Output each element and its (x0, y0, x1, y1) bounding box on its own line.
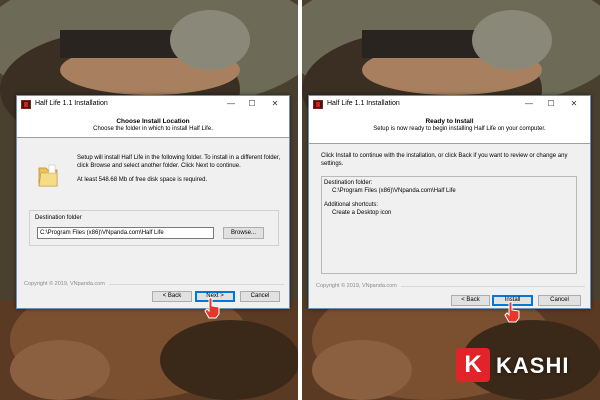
header-title: Choose Install Location (116, 118, 190, 125)
header-subtitle: Setup is now ready to begin installing H… (373, 126, 546, 132)
dialog-header: Choose Install Location Choose the folde… (17, 113, 289, 138)
cancel-button[interactable]: Cancel (240, 291, 280, 302)
footer-divider (401, 286, 585, 287)
cancel-button[interactable]: Cancel (538, 295, 581, 306)
logo-text: KASHI (496, 353, 570, 378)
maximize-icon[interactable]: ☐ (244, 98, 260, 110)
install-location-dialog: Half Life 1.1 Installation — ☐ ✕ Choose … (16, 95, 290, 309)
folder-icon (38, 164, 58, 187)
summary-shortcuts-value: Create a Desktop icon (332, 210, 392, 216)
hand-cursor-icon (504, 301, 520, 323)
install-summary-box: Destination folder: C:\Program Files (x8… (321, 176, 577, 274)
footer-divider (109, 284, 284, 285)
destination-label: Destination folder (35, 215, 82, 221)
browse-button[interactable]: Browse... (223, 227, 264, 239)
back-button[interactable]: < Back (152, 291, 192, 302)
disk-space-text: At least 548.68 Mb of free disk space is… (77, 177, 208, 183)
title-bar[interactable]: Half Life 1.1 Installation — ☐ ✕ (17, 96, 289, 113)
summary-destination-label: Destination folder: (324, 180, 373, 186)
hand-cursor-icon (204, 297, 220, 319)
intro-text: Setup will install Half Life in the foll… (77, 155, 281, 169)
minimize-icon[interactable]: — (223, 98, 239, 110)
header-title: Ready to Install (425, 118, 474, 125)
window-title: Half Life 1.1 Installation (35, 100, 108, 107)
summary-destination-value: C:\Program Files (x86)\VNpanda.com\Half … (332, 188, 456, 194)
summary-shortcuts-label: Additional shortcuts: (324, 202, 379, 208)
close-icon[interactable]: ✕ (566, 98, 582, 110)
close-icon[interactable]: ✕ (267, 98, 283, 110)
app-icon (21, 100, 31, 109)
copyright-text: Copyright © 2019, VNpanda.com (24, 281, 105, 287)
window-title: Half Life 1.1 Installation (327, 100, 400, 107)
ready-to-install-dialog: Half Life 1.1 Installation — ☐ ✕ Ready t… (308, 95, 591, 309)
app-icon (313, 100, 323, 109)
logo-letter: K (456, 348, 490, 382)
dialog-header: Ready to Install Setup is now ready to b… (309, 113, 590, 144)
header-subtitle: Choose the folder in which to install Ha… (93, 126, 213, 132)
back-button[interactable]: < Back (451, 295, 490, 306)
destination-input[interactable]: C:\Program Files (x86)\VNpanda.com\Half … (37, 227, 214, 239)
copyright-text: Copyright © 2019, VNpanda.com (316, 283, 397, 289)
maximize-icon[interactable]: ☐ (543, 98, 559, 110)
destination-groupbox: Destination folder C:\Program Files (x86… (29, 210, 279, 246)
title-bar[interactable]: Half Life 1.1 Installation — ☐ ✕ (309, 96, 590, 113)
intro-text: Click Install to continue with the insta… (321, 153, 568, 167)
minimize-icon[interactable]: — (521, 98, 537, 110)
